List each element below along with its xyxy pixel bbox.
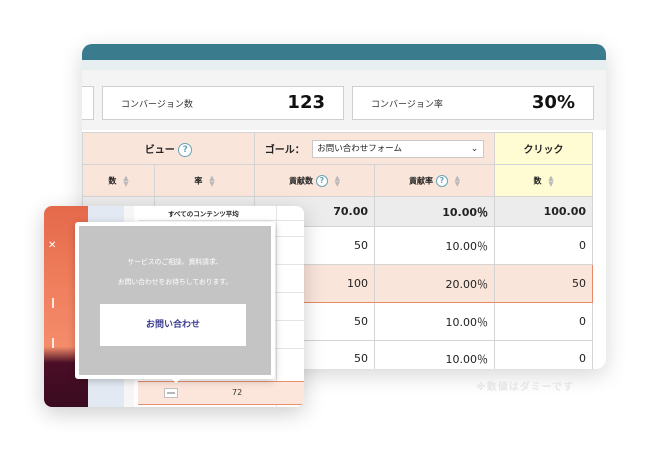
contact-cta-overlay: サービスのご相談、資料請求、 お問い合わせをお待ちしております。 お問い合わせ — [75, 222, 275, 379]
table-cell: 100.00 — [494, 196, 594, 227]
stat-conversion-rate-value: 30% — [531, 92, 575, 113]
overlay-text-line2: お問い合わせをお待ちしております。 — [117, 278, 233, 286]
column-header-row: 数 ▲ ▼ 率 ▲ ▼ 貢献数 ? ▲ ▼ 貢献率 ? ▲ ▼ 数 ▲ ▼ — [82, 164, 594, 197]
sort-icon[interactable]: ▲ ▼ — [123, 174, 128, 187]
col-contribution-rate[interactable]: 貢献率 ? ▲ ▼ — [374, 164, 496, 197]
group-view-label: ビュー — [144, 144, 175, 156]
table-cell: 50 — [494, 264, 594, 303]
group-header-row: ビュー ? ゴール： お問い合わせフォーム ⌄ クリック — [82, 132, 594, 165]
stat-conversions-label: コンバージョン数 — [121, 100, 193, 110]
col-click-count-label: 数 — [533, 176, 542, 185]
row-number: 72 — [232, 388, 243, 397]
col-contribution-rate-label: 貢献率 — [409, 176, 434, 185]
col-view-count-label: 数 — [108, 176, 117, 185]
col-view-count[interactable]: 数 ▲ ▼ — [82, 164, 155, 197]
contribution-rate-help-icon[interactable]: ? — [435, 174, 448, 187]
col-contribution-count-label: 貢献数 — [289, 176, 314, 185]
stat-box-partial — [82, 86, 94, 120]
sort-icon[interactable]: ▲ ▼ — [209, 174, 214, 187]
col-view-rate[interactable]: 率 ▲ ▼ — [153, 164, 256, 197]
dummy-data-note: ※数値はダミーです — [476, 382, 575, 393]
group-goal: ゴール： お問い合わせフォーム ⌄ — [254, 132, 496, 165]
sort-icon[interactable]: ▲ ▼ — [548, 174, 553, 187]
overlay-text-line1: サービスのご相談、資料請求、 — [127, 258, 223, 266]
divider — [138, 220, 304, 221]
table-cell: 20.00％ — [374, 264, 496, 303]
stat-conversions: コンバージョン数 123 — [102, 86, 344, 120]
table-cell: 10.00％ — [374, 302, 496, 341]
col-click-count[interactable]: 数 ▲ ▼ — [494, 164, 594, 197]
card-header-bar — [82, 44, 606, 60]
sort-icon[interactable]: ▲ ▼ — [335, 174, 340, 187]
close-icon[interactable]: ✕ — [48, 240, 56, 251]
group-click: クリック — [494, 132, 594, 165]
table-cell: 10.00％ — [374, 226, 496, 265]
goal-label: ゴール： — [264, 145, 305, 156]
divider — [276, 206, 277, 407]
divider — [52, 338, 54, 348]
divider — [52, 298, 54, 308]
tooltip-pointer — [170, 377, 182, 383]
page-thumbnail-icon — [164, 388, 178, 398]
goal-select-value: お問い合わせフォーム — [317, 143, 403, 154]
table-cell: 0 — [494, 226, 594, 265]
inner-table-header: すべてのコンテンツ平均 — [168, 210, 239, 218]
stat-conversions-value: 123 — [287, 92, 325, 113]
inner-table-row-highlighted[interactable]: 72 — [138, 381, 304, 405]
goal-select[interactable]: お問い合わせフォーム ⌄ — [312, 139, 485, 158]
stat-conversion-rate: コンバージョン率 30% — [352, 86, 594, 120]
contribution-help-icon[interactable]: ? — [315, 174, 328, 187]
stat-conversion-rate-label: コンバージョン率 — [371, 100, 443, 110]
contact-button[interactable]: お問い合わせ — [100, 304, 246, 346]
sort-icon[interactable]: ▲ ▼ — [455, 174, 460, 187]
chevron-down-icon: ⌄ — [470, 143, 479, 154]
col-view-rate-label: 率 — [194, 176, 203, 185]
view-help-icon[interactable]: ? — [178, 142, 193, 157]
table-cell: 0 — [494, 302, 594, 341]
table-cell: 10.00％ — [374, 196, 496, 227]
table-cell: 10.00％ — [374, 340, 496, 369]
group-view: ビュー ? — [82, 132, 256, 165]
table-cell: 0 — [494, 340, 594, 369]
col-contribution-count[interactable]: 貢献数 ? ▲ ▼ — [254, 164, 376, 197]
card-subheader — [82, 60, 606, 70]
